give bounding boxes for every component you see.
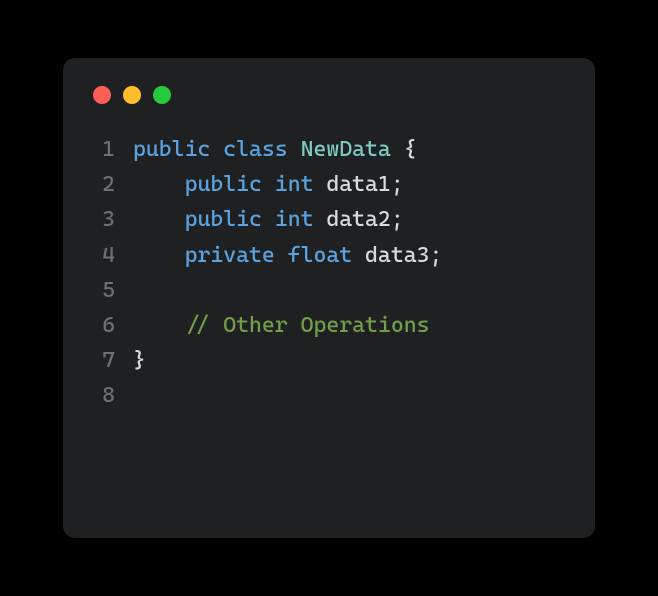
keyword: public bbox=[185, 172, 262, 197]
brace: { bbox=[391, 137, 417, 162]
code-window: 1 public class NewData { 2 public int da… bbox=[63, 58, 595, 538]
line-content: public class NewData { bbox=[133, 132, 565, 167]
line-number: 3 bbox=[93, 202, 133, 237]
keyword: int bbox=[275, 172, 314, 197]
code-line: 2 public int data1; bbox=[93, 167, 565, 202]
line-number: 4 bbox=[93, 238, 133, 273]
line-content: public int data2; bbox=[133, 202, 565, 237]
code-line: 1 public class NewData { bbox=[93, 132, 565, 167]
code-editor: 1 public class NewData { 2 public int da… bbox=[93, 132, 565, 414]
line-number: 7 bbox=[93, 343, 133, 378]
indent bbox=[133, 207, 185, 232]
class-name: NewData bbox=[301, 137, 391, 162]
identifier: data1 bbox=[326, 172, 390, 197]
line-number: 2 bbox=[93, 167, 133, 202]
keyword: int bbox=[275, 207, 314, 232]
keyword: private bbox=[185, 243, 275, 268]
line-content: private float data3; bbox=[133, 238, 565, 273]
code-line: 3 public int data2; bbox=[93, 202, 565, 237]
identifier: data3 bbox=[365, 243, 429, 268]
line-number: 8 bbox=[93, 378, 133, 413]
line-content: public int data1; bbox=[133, 167, 565, 202]
line-content: // Other Operations bbox=[133, 308, 565, 343]
code-line: 7 } bbox=[93, 343, 565, 378]
keyword: public bbox=[133, 137, 210, 162]
comment: // Other Operations bbox=[185, 313, 430, 338]
semicolon: ; bbox=[391, 172, 404, 197]
line-number: 5 bbox=[93, 273, 133, 308]
window-titlebar bbox=[93, 86, 565, 104]
line-content bbox=[133, 273, 565, 308]
identifier: data2 bbox=[326, 207, 390, 232]
semicolon: ; bbox=[429, 243, 442, 268]
keyword: class bbox=[223, 137, 287, 162]
brace: } bbox=[133, 348, 146, 373]
zoom-icon[interactable] bbox=[153, 86, 171, 104]
code-line: 6 // Other Operations bbox=[93, 308, 565, 343]
keyword: public bbox=[185, 207, 262, 232]
code-line: 5 bbox=[93, 273, 565, 308]
line-content: } bbox=[133, 343, 565, 378]
semicolon: ; bbox=[391, 207, 404, 232]
line-number: 6 bbox=[93, 308, 133, 343]
indent bbox=[133, 243, 185, 268]
minimize-icon[interactable] bbox=[123, 86, 141, 104]
line-content bbox=[133, 378, 565, 413]
keyword: float bbox=[288, 243, 352, 268]
indent bbox=[133, 313, 185, 338]
indent bbox=[133, 172, 185, 197]
code-line: 4 private float data3; bbox=[93, 238, 565, 273]
line-number: 1 bbox=[93, 132, 133, 167]
close-icon[interactable] bbox=[93, 86, 111, 104]
code-line: 8 bbox=[93, 378, 565, 413]
